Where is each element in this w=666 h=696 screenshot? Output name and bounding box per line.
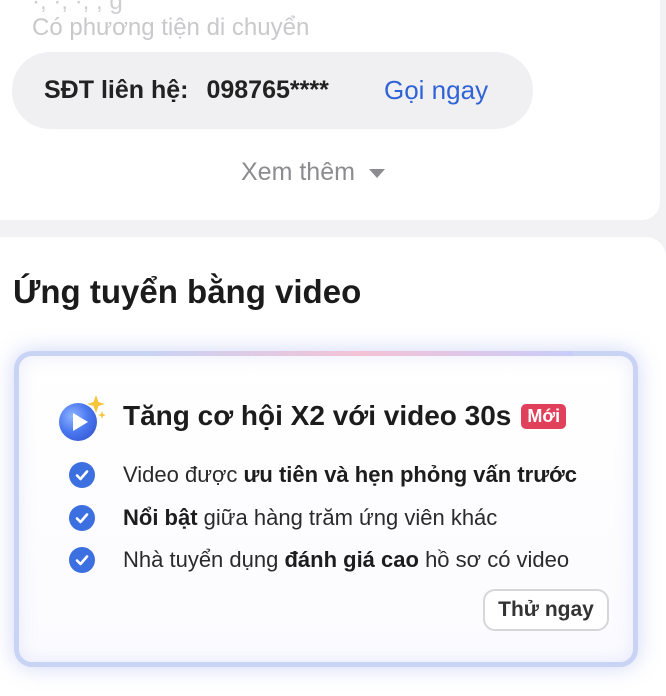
benefit-suffix: giữa hàng trăm ứng viên khác [197,505,498,530]
benefit-item: Video được ưu tiên và hẹn phỏng vấn trướ… [69,462,577,488]
video-promo-box: Tăng cơ hội X2 với video 30s Mới Video đ… [14,351,638,667]
benefit-bold: đánh giá cao [284,547,419,572]
see-more-label: Xem thêm [241,158,355,186]
faded-requirement-text: ·, ·, ·, , g Có phương tiện di chuyển [32,0,310,42]
job-contact-card: ·, ·, ·, , g Có phương tiện di chuyển SĐ… [0,0,660,220]
promo-title-text: Tăng cơ hội X2 với video 30s [123,400,512,431]
check-circle-icon [69,547,95,573]
benefit-suffix: hồ sơ có video [418,547,570,572]
see-more-button[interactable]: Xem thêm [241,158,385,187]
faded-text-line: Có phương tiện di chuyển [32,14,310,41]
benefit-prefix: Video được [123,462,244,487]
contact-phone-pill: SĐT liên hệ: 098765**** Gọi ngay [12,52,533,129]
check-circle-icon [69,462,95,488]
try-now-button[interactable]: Thử ngay [483,589,609,631]
benefit-text: Nổi bật giữa hàng trăm ứng viên khác [123,505,497,531]
check-circle-icon [69,505,95,531]
promo-title: Tăng cơ hội X2 với video 30s Mới [123,400,567,432]
caret-down-icon [368,169,385,178]
benefit-bold: ưu tiên và hẹn phỏng vấn trước [243,462,578,487]
benefit-prefix: Nhà tuyển dụng [123,547,285,572]
benefit-item: Nổi bật giữa hàng trăm ứng viên khác [69,505,497,531]
benefit-bold: Nổi bật [123,505,198,530]
new-badge: Mới [521,403,567,429]
benefit-text: Nhà tuyển dụng đánh giá cao hồ sơ có vid… [123,547,569,573]
call-now-link[interactable]: Gọi ngay [384,75,488,106]
phone-label: SĐT liên hệ: [44,76,189,104]
benefit-text: Video được ưu tiên và hẹn phỏng vấn trướ… [123,462,577,488]
section-title: Ứng tuyển bằng video [13,273,362,310]
video-apply-card: Ứng tuyển bằng video Tăng cơ hội X2 với … [0,237,666,696]
faded-text-above: ·, ·, ·, , g [32,0,123,15]
phone-number: 098765**** [206,76,329,104]
benefit-item: Nhà tuyển dụng đánh giá cao hồ sơ có vid… [69,547,569,573]
video-play-sparkle-icon [59,395,106,441]
